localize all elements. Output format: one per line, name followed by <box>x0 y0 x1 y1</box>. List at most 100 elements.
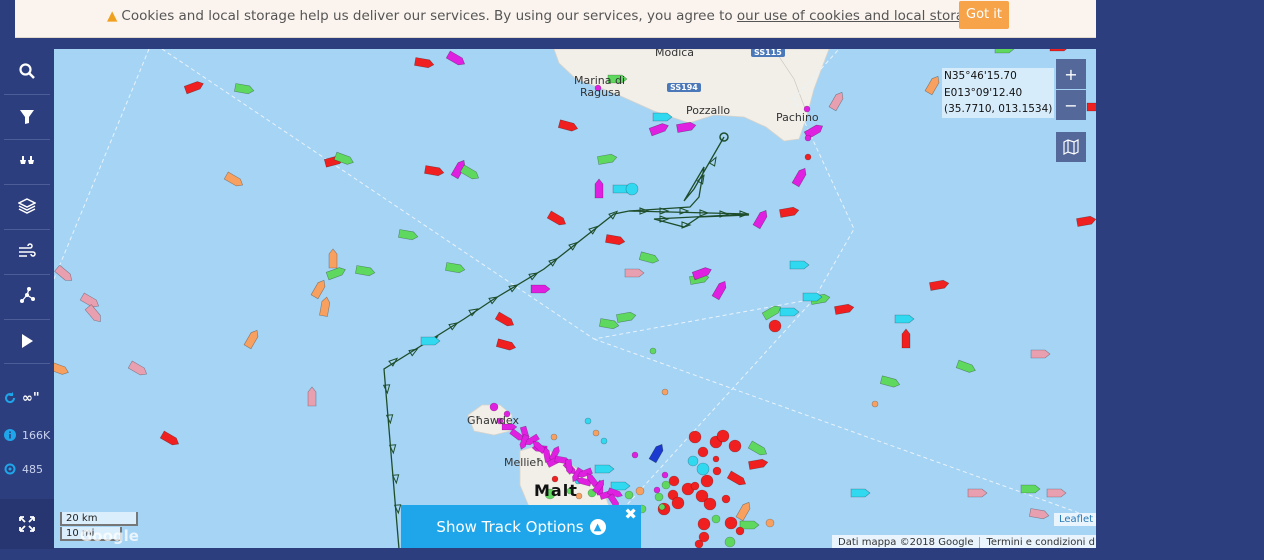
stationary-vessel[interactable] <box>688 430 702 444</box>
stationary-vessel[interactable] <box>728 439 742 453</box>
stationary-vessel[interactable] <box>712 455 720 463</box>
vessel-marker[interactable] <box>955 359 977 374</box>
stationary-vessel[interactable] <box>671 496 685 510</box>
stationary-vessel[interactable] <box>703 497 717 511</box>
cookie-accept-button[interactable]: Got it <box>959 1 1009 29</box>
stationary-vessel[interactable] <box>724 516 738 530</box>
stationary-vessel[interactable] <box>661 471 669 479</box>
stationary-vessel[interactable] <box>765 518 775 528</box>
stationary-vessel[interactable] <box>690 481 700 491</box>
vessel-marker[interactable] <box>398 229 419 241</box>
vessel-marker[interactable] <box>779 307 800 317</box>
vessel-marker[interactable] <box>610 481 631 491</box>
vessel-marker[interactable] <box>624 268 645 278</box>
stationary-vessel[interactable] <box>871 400 879 408</box>
vessel-marker[interactable] <box>879 375 901 389</box>
vessel-marker[interactable] <box>1046 488 1067 498</box>
vessel-marker[interactable] <box>495 338 517 352</box>
vessel-marker[interactable] <box>355 265 376 277</box>
vessel-marker[interactable] <box>789 260 810 270</box>
vessel-marker[interactable] <box>594 178 604 199</box>
stationary-vessel[interactable] <box>661 388 669 396</box>
stationary-vessel[interactable] <box>804 134 812 142</box>
vessel-marker[interactable] <box>530 284 551 294</box>
stationary-vessel[interactable] <box>600 437 608 445</box>
vessel-marker[interactable] <box>328 248 338 269</box>
vessel-marker[interactable] <box>638 251 660 265</box>
vessel-marker[interactable] <box>1086 102 1096 112</box>
vessel-marker[interactable] <box>54 361 70 376</box>
stationary-vessel[interactable] <box>661 480 671 490</box>
vessel-marker[interactable] <box>791 166 808 188</box>
vessel-marker[interactable] <box>557 119 579 133</box>
zoom-out-button[interactable]: − <box>1056 90 1086 120</box>
vessel-marker[interactable] <box>901 328 911 349</box>
vessel-marker[interactable] <box>850 488 871 498</box>
vessel-marker[interactable] <box>319 296 331 317</box>
vessel-marker[interactable] <box>54 264 75 283</box>
stationary-vessel[interactable] <box>804 153 812 161</box>
vessel-marker[interactable] <box>243 328 260 350</box>
stationary-vessel[interactable] <box>624 490 634 500</box>
stationary-vessel[interactable] <box>696 462 710 476</box>
vessel-marker[interactable] <box>726 470 747 487</box>
vessel-marker[interactable] <box>676 121 697 133</box>
vessel-marker[interactable] <box>234 83 255 95</box>
cookie-policy-link[interactable]: our use of cookies and local storage <box>737 8 981 24</box>
vessel-marker[interactable] <box>127 360 148 377</box>
fleet-button[interactable] <box>0 139 54 183</box>
vessel-marker[interactable] <box>459 164 480 181</box>
vessel-marker[interactable] <box>967 488 988 498</box>
vessel-marker[interactable] <box>159 430 180 447</box>
map-canvas[interactable]: Modica Marina di Ragusa Pozzallo Pachino… <box>54 49 1096 548</box>
vessel-marker[interactable] <box>424 165 445 177</box>
vessel-marker[interactable] <box>494 311 515 328</box>
stationary-vessel[interactable] <box>654 492 664 502</box>
show-track-options-button[interactable]: Show Track Options ▲ ✖ <box>401 505 641 548</box>
vessel-marker[interactable] <box>420 336 441 346</box>
fullscreen-button[interactable] <box>0 499 54 549</box>
vessel-marker[interactable] <box>1030 349 1051 359</box>
vessel-marker[interactable] <box>1076 215 1096 227</box>
stationary-vessel[interactable] <box>724 536 736 548</box>
stationary-vessel[interactable] <box>631 451 639 459</box>
stationary-vessel[interactable] <box>735 526 745 536</box>
vessel-marker[interactable] <box>735 500 752 522</box>
vessel-marker[interactable] <box>828 90 845 112</box>
stationary-vessel[interactable] <box>687 455 699 467</box>
measure-button[interactable] <box>0 274 54 318</box>
leaflet-link[interactable]: Leaflet <box>1054 513 1096 526</box>
vessel-marker[interactable] <box>1020 484 1041 494</box>
map-type-button[interactable] <box>1056 132 1086 162</box>
vessel-marker[interactable] <box>223 171 244 188</box>
stationary-vessel[interactable] <box>697 446 709 458</box>
stationary-vessel[interactable] <box>697 517 711 531</box>
search-button[interactable] <box>0 49 54 93</box>
zoom-in-button[interactable]: + <box>1056 59 1086 89</box>
stationary-vessel[interactable] <box>712 466 722 476</box>
vessel-marker[interactable] <box>929 279 950 291</box>
vessel-marker[interactable] <box>84 304 103 325</box>
vessel-marker[interactable] <box>752 208 769 230</box>
vessel-marker[interactable] <box>748 458 769 470</box>
layers-button[interactable] <box>0 184 54 228</box>
vessel-marker[interactable] <box>924 74 941 96</box>
vessel-marker[interactable] <box>307 386 317 407</box>
stationary-vessel[interactable] <box>700 474 714 488</box>
vessel-marker[interactable] <box>747 440 768 457</box>
vessel-marker[interactable] <box>616 311 637 323</box>
playback-button[interactable] <box>0 319 54 363</box>
stationary-vessel[interactable] <box>711 514 721 524</box>
vessel-marker[interactable] <box>597 153 618 165</box>
stationary-vessel[interactable] <box>592 429 600 437</box>
vessel-marker[interactable] <box>414 57 435 69</box>
vessel-marker[interactable] <box>445 262 466 274</box>
vessel-marker[interactable] <box>310 278 327 300</box>
vessel-marker[interactable] <box>1049 49 1069 52</box>
stationary-vessel[interactable] <box>649 347 657 355</box>
stationary-vessel[interactable] <box>721 494 731 504</box>
stationary-vessel[interactable] <box>694 539 704 548</box>
vessel-marker[interactable] <box>761 304 782 321</box>
refresh-rate[interactable]: ∞" <box>4 389 54 407</box>
vessel-marker[interactable] <box>994 49 1015 54</box>
